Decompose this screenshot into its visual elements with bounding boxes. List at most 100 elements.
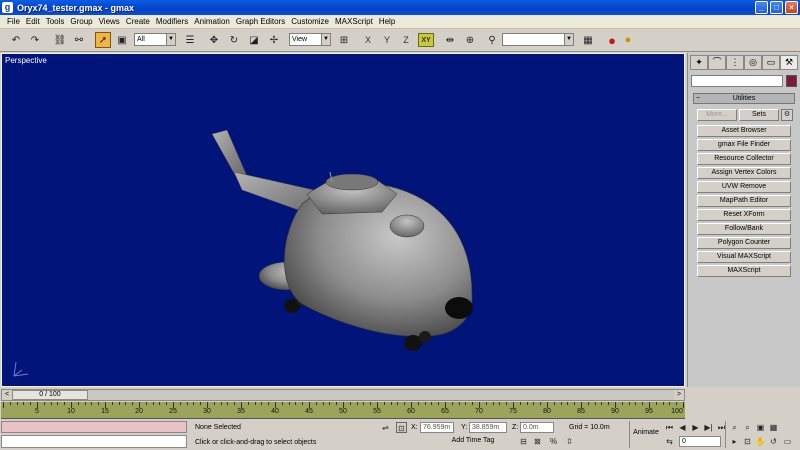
more-button[interactable]: More... — [697, 109, 737, 121]
percent-snap-icon[interactable]: % — [548, 436, 559, 447]
helicopter-model[interactable] — [2, 54, 685, 387]
current-frame-field[interactable]: 0 — [679, 436, 721, 447]
maxscript-listener-output[interactable] — [1, 435, 187, 448]
use-pivot-center-icon[interactable]: ⊞ — [336, 32, 352, 48]
select-object-icon[interactable]: ➚ — [95, 32, 111, 48]
close-button[interactable]: × — [785, 1, 798, 14]
region-select-icon[interactable]: ▣ — [114, 32, 130, 48]
zoom-extents-all-icon[interactable]: ▦ — [768, 422, 779, 433]
snap-icon[interactable]: ⚲ — [484, 32, 500, 48]
object-name-field[interactable] — [691, 75, 783, 87]
lock-selection-icon[interactable]: ⇌ — [380, 422, 391, 433]
restrict-y-button[interactable]: Y — [379, 33, 395, 47]
zoom-extents-icon[interactable]: ▣ — [755, 422, 766, 433]
resource-collector-button[interactable]: Resource Collector — [697, 153, 791, 165]
sets-button[interactable]: Sets — [739, 109, 779, 121]
hierarchy-tab-icon[interactable]: ⋮ — [726, 55, 744, 70]
animate-button[interactable]: Animate — [632, 428, 660, 440]
menu-create[interactable]: Create — [123, 17, 153, 26]
track-bar-tick — [43, 402, 45, 405]
quick-render-icon[interactable]: ● — [620, 32, 636, 48]
previous-key-icon[interactable]: ◀ — [677, 422, 688, 433]
restrict-xy-button[interactable]: XY — [418, 33, 434, 47]
region-zoom-icon[interactable]: ⊡ — [742, 436, 753, 447]
menu-group[interactable]: Group — [67, 17, 95, 26]
polygon-counter-button[interactable]: Polygon Counter — [697, 237, 791, 249]
maxscript-button[interactable]: MAXScript — [697, 265, 791, 277]
select-and-move-icon[interactable]: ✥ — [206, 32, 222, 48]
field-of-view-icon[interactable]: ▸ — [729, 436, 740, 447]
maximize-viewport-icon[interactable]: ▭ — [782, 436, 793, 447]
motion-tab-icon[interactable]: ◎ — [744, 55, 762, 70]
spinner-snap-icon[interactable]: ⇳ — [564, 436, 575, 447]
maxscript-listener-input[interactable] — [1, 421, 187, 433]
utilities-tab-icon[interactable]: ⚒ — [780, 55, 798, 70]
display-tab-icon[interactable]: ▭ — [762, 55, 780, 70]
arc-rotate-icon[interactable]: ↺ — [768, 436, 779, 447]
next-frame-icon[interactable]: > — [674, 390, 684, 400]
maximize-button[interactable]: □ — [770, 1, 783, 14]
angle-snap-icon[interactable]: ⊠ — [532, 436, 543, 447]
pivot-point-icon[interactable]: ✢ — [266, 32, 282, 48]
time-slider-thumb[interactable]: 0 / 100 — [12, 390, 88, 400]
reference-coordinate-dropdown[interactable]: View ▼ — [289, 33, 331, 46]
redo-icon[interactable]: ↷ — [27, 32, 43, 48]
menu-file[interactable]: File — [4, 17, 23, 26]
select-and-link-icon[interactable]: ⛓ — [52, 32, 68, 48]
assign-vertex-colors-button[interactable]: Assign Vertex Colors — [697, 167, 791, 179]
gmax-logo-icon[interactable]: g — [2, 2, 13, 13]
select-by-name-icon[interactable]: ☰ — [182, 32, 198, 48]
menu-customize[interactable]: Customize — [288, 17, 332, 26]
track-bar[interactable]: 5 10 15 20 25 30 35 40 45 50 55 60 65 70 75 80 85 90 95 100 — [1, 402, 685, 419]
visual-maxscript-button[interactable]: Visual MAXScript — [697, 251, 791, 263]
follow-bank-button[interactable]: Follow/Bank — [697, 223, 791, 235]
named-selection-dropdown[interactable]: ▼ — [502, 33, 574, 46]
next-key-icon[interactable]: ▶| — [703, 422, 714, 433]
restrict-z-button[interactable]: Z — [398, 33, 414, 47]
menu-help[interactable]: Help — [376, 17, 398, 26]
add-time-tag-button[interactable]: Add Time Tag — [440, 436, 506, 448]
uvw-remove-button[interactable]: UVW Remove — [697, 181, 791, 193]
create-tab-icon[interactable]: ✦ — [690, 55, 708, 70]
goto-start-icon[interactable]: ⏮ — [664, 422, 675, 433]
select-and-scale-icon[interactable]: ◪ — [246, 32, 262, 48]
undo-icon[interactable]: ↶ — [8, 32, 24, 48]
zoom-icon[interactable]: ⌕ — [729, 422, 740, 433]
absolute-mode-icon[interactable]: ⊡ — [396, 422, 407, 433]
render-icon[interactable]: ● — [604, 32, 620, 48]
object-color-swatch[interactable] — [786, 75, 797, 87]
menu-edit[interactable]: Edit — [23, 17, 43, 26]
configure-sets-icon[interactable]: ⚙ — [781, 109, 793, 121]
select-and-rotate-icon[interactable]: ↻ — [226, 32, 242, 48]
selection-filter-dropdown[interactable]: All ▼ — [134, 33, 176, 46]
mappath-editor-button[interactable]: MapPath Editor — [697, 195, 791, 207]
minimize-button[interactable]: _ — [755, 1, 768, 14]
menu-maxscript[interactable]: MAXScript — [332, 17, 376, 26]
menu-views[interactable]: Views — [96, 17, 123, 26]
key-mode-icon[interactable]: ⇆ — [664, 436, 675, 447]
align-icon[interactable]: ⊕ — [462, 32, 478, 48]
snap-toggle-icon[interactable]: ⊟ — [518, 436, 529, 447]
y-coordinate-field[interactable]: 38.859m — [469, 422, 507, 433]
x-coordinate-field[interactable]: 76.959m — [420, 422, 454, 433]
play-icon[interactable]: ▶ — [690, 422, 701, 433]
menu-tools[interactable]: Tools — [43, 17, 68, 26]
asset-browser-button[interactable]: Asset Browser — [697, 125, 791, 137]
unlink-icon[interactable]: ⚯ — [71, 32, 87, 48]
perspective-viewport[interactable]: Perspective — [1, 53, 685, 387]
reset-xform-button[interactable]: Reset XForm — [697, 209, 791, 221]
mirror-icon[interactable]: ⇹ — [442, 32, 458, 48]
modify-tab-icon[interactable]: ⌒ — [708, 55, 726, 70]
menu-graph-editors[interactable]: Graph Editors — [233, 17, 288, 26]
time-slider[interactable]: < 0 / 100 > — [1, 389, 685, 401]
menu-animation[interactable]: Animation — [191, 17, 233, 26]
z-coordinate-field[interactable]: 0.0m — [520, 422, 554, 433]
previous-frame-icon[interactable]: < — [2, 390, 12, 400]
gmax-file-finder-button[interactable]: gmax File Finder — [697, 139, 791, 151]
pan-icon[interactable]: ✋ — [755, 436, 766, 447]
restrict-x-button[interactable]: X — [360, 33, 376, 47]
utilities-rollout-header[interactable]: − Utilities — [693, 93, 795, 104]
menu-modifiers[interactable]: Modifiers — [153, 17, 191, 26]
material-editor-icon[interactable]: ▦ — [580, 32, 596, 48]
zoom-all-icon[interactable]: ⌕ — [742, 422, 753, 433]
